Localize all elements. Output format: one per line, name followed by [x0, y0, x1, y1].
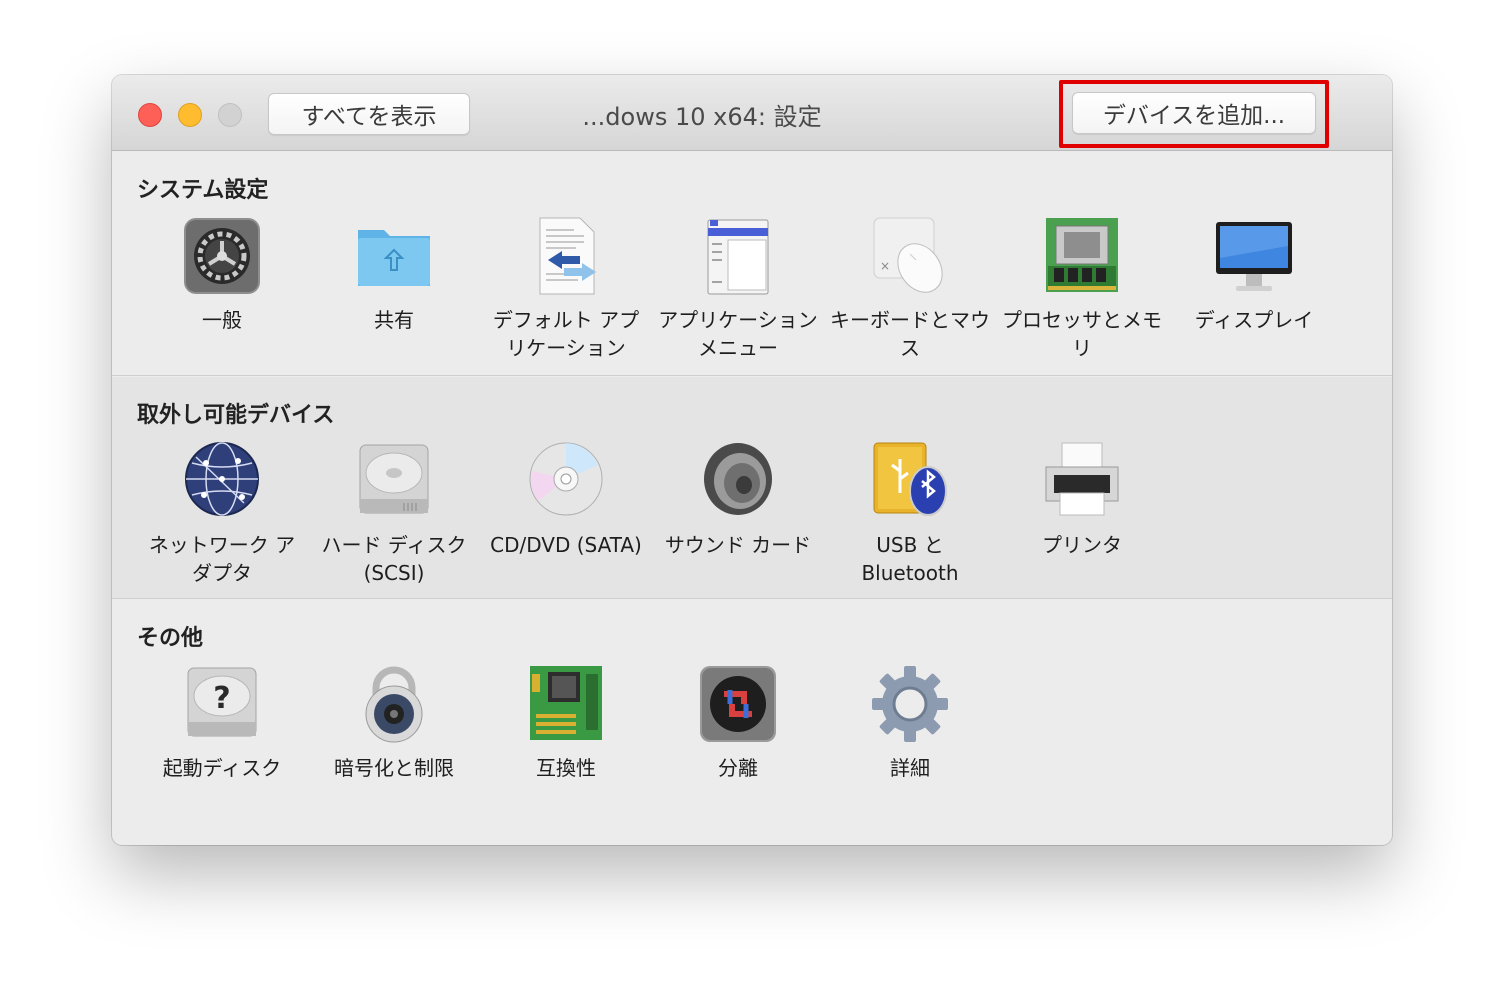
minimize-button[interactable]: [178, 103, 202, 127]
default-app-document-icon: [526, 216, 606, 296]
isolation-icon: [698, 664, 778, 744]
general-gear-icon: [182, 216, 262, 296]
zoom-button[interactable]: [218, 103, 242, 127]
keyboard-mouse-icon: ×: [870, 216, 950, 296]
item-sound-card[interactable]: サウンド カード: [652, 441, 824, 559]
item-label: 暗号化と制限: [334, 756, 454, 780]
item-printer[interactable]: プリンタ: [996, 441, 1168, 559]
item-label: プリンタ: [1042, 533, 1122, 557]
item-label: アプリケーション メニュー: [658, 308, 818, 360]
section-removable-devices: 取外し可能デバイス ネットワーク アダプタ ハード ディスク (SCSI) CD…: [112, 377, 1392, 599]
section-title: システム設定: [137, 178, 269, 203]
boot-disk-icon: ?: [182, 664, 262, 744]
item-label: デフォルト アプリケーション: [492, 308, 640, 360]
item-label: USB と Bluetooth: [861, 533, 959, 585]
hard-disk-icon: [354, 441, 434, 521]
title-bar: すべてを表示 ...dows 10 x64: 設定 デバイスを追加...: [112, 75, 1392, 151]
item-default-apps[interactable]: デフォルト アプリケーション: [480, 216, 652, 362]
item-label: CD/DVD (SATA): [490, 533, 642, 557]
item-processor-memory[interactable]: プロセッサとメモリ: [996, 216, 1168, 362]
section-system-settings: システム設定 一般 共有 デフォルト アプリケーション アプリケーション メニュ…: [112, 152, 1392, 376]
svg-text:?: ?: [213, 681, 230, 716]
item-usb-bluetooth[interactable]: USB と Bluetooth: [824, 441, 996, 587]
item-label: 起動ディスク: [162, 756, 282, 780]
item-label: 詳細: [890, 756, 930, 780]
item-label: ネットワーク アダプタ: [148, 533, 296, 585]
item-label: 分離: [718, 756, 758, 780]
section-title: その他: [137, 626, 204, 651]
item-network-adapter[interactable]: ネットワーク アダプタ: [136, 441, 308, 587]
item-keyboard-mouse[interactable]: × キーボードとマウス: [824, 216, 996, 362]
usb-bluetooth-icon: [870, 441, 950, 521]
item-display[interactable]: ディスプレイ: [1168, 216, 1340, 334]
printer-icon: [1042, 441, 1122, 521]
item-label: ディスプレイ: [1194, 308, 1314, 332]
highlight-box: [1059, 80, 1329, 148]
network-globe-icon: [182, 441, 262, 521]
item-encryption[interactable]: 暗号化と制限: [308, 664, 480, 782]
item-label: 共有: [374, 308, 414, 332]
item-isolation[interactable]: 分離: [652, 664, 824, 782]
settings-window: すべてを表示 ...dows 10 x64: 設定 デバイスを追加... システ…: [112, 75, 1392, 845]
item-label: サウンド カード: [664, 533, 812, 557]
shared-folder-icon: [354, 216, 434, 296]
item-hard-disk[interactable]: ハード ディスク (SCSI): [308, 441, 480, 587]
app-menu-window-icon: [698, 216, 778, 296]
window-title: ...dows 10 x64: 設定: [582, 103, 822, 131]
item-boot-disk[interactable]: ? 起動ディスク: [136, 664, 308, 782]
item-shared[interactable]: 共有: [308, 216, 480, 334]
item-label: ハード ディスク (SCSI): [321, 533, 467, 585]
padlock-icon: [354, 664, 434, 744]
item-label: 一般: [202, 308, 242, 332]
advanced-gear-icon: [870, 664, 950, 744]
item-label: プロセッサとメモリ: [1002, 308, 1162, 360]
speaker-icon: [698, 441, 778, 521]
item-general[interactable]: 一般: [136, 216, 308, 334]
section-other: その他 ? 起動ディスク 暗号化と制限 互換性 分離 詳細: [112, 600, 1392, 845]
circuit-board-icon: [526, 664, 606, 744]
processor-memory-icon: [1042, 216, 1122, 296]
close-button[interactable]: [138, 103, 162, 127]
item-label: 互換性: [536, 756, 596, 780]
item-app-menu[interactable]: アプリケーション メニュー: [652, 216, 824, 362]
section-title: 取外し可能デバイス: [137, 403, 335, 428]
item-advanced[interactable]: 詳細: [824, 664, 996, 782]
item-compatibility[interactable]: 互換性: [480, 664, 652, 782]
item-label: キーボードとマウス: [830, 308, 990, 360]
show-all-button[interactable]: すべてを表示: [268, 93, 470, 135]
svg-text:×: ×: [880, 259, 890, 273]
cd-dvd-icon: [526, 441, 606, 521]
display-monitor-icon: [1214, 216, 1294, 296]
item-cd-dvd[interactable]: CD/DVD (SATA): [480, 441, 652, 559]
